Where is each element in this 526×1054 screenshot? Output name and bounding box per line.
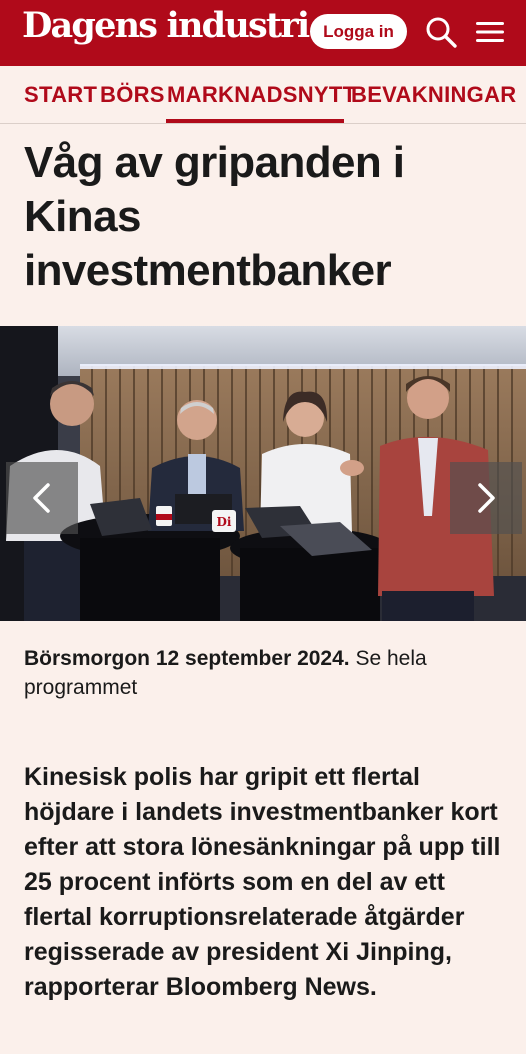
login-button[interactable]: Logga in [310,14,407,49]
media-caption: Börsmorgon 12 september 2024. Se hela pr… [24,644,502,702]
article-lead: Kinesisk polis har gripit ett flertal hö… [24,763,501,1001]
article-video[interactable]: Di [0,326,526,621]
nav-active-indicator [166,119,344,123]
mug-logo-text: Di [217,515,232,529]
top-bar: Dagens industri Logga in [0,0,526,66]
nav-item-marknadsnytt[interactable]: MARKNADSNYTT [167,82,356,108]
section-nav: START BÖRS MARKNADSNYTT BEVAKNINGAR [0,66,526,124]
studio-scene-image: Di [0,326,526,621]
caption-strong: Börsmorgon 12 september 2024. [24,647,350,670]
article-headline: Våg av gripanden i Kinas investmentbanke… [24,138,405,295]
nav-item-bevakningar[interactable]: BEVAKNINGAR [351,82,516,108]
hamburger-menu-icon[interactable] [474,18,506,46]
nav-item-bors[interactable]: BÖRS [100,82,165,108]
carousel-prev-button[interactable] [6,462,78,534]
nav-item-start[interactable]: START [24,82,97,108]
chevron-right-icon [478,483,495,513]
search-icon[interactable] [424,15,458,49]
chevron-left-icon [33,483,50,513]
carousel-next-button[interactable] [450,462,522,534]
brand-logo[interactable]: Dagens industri [22,5,310,46]
